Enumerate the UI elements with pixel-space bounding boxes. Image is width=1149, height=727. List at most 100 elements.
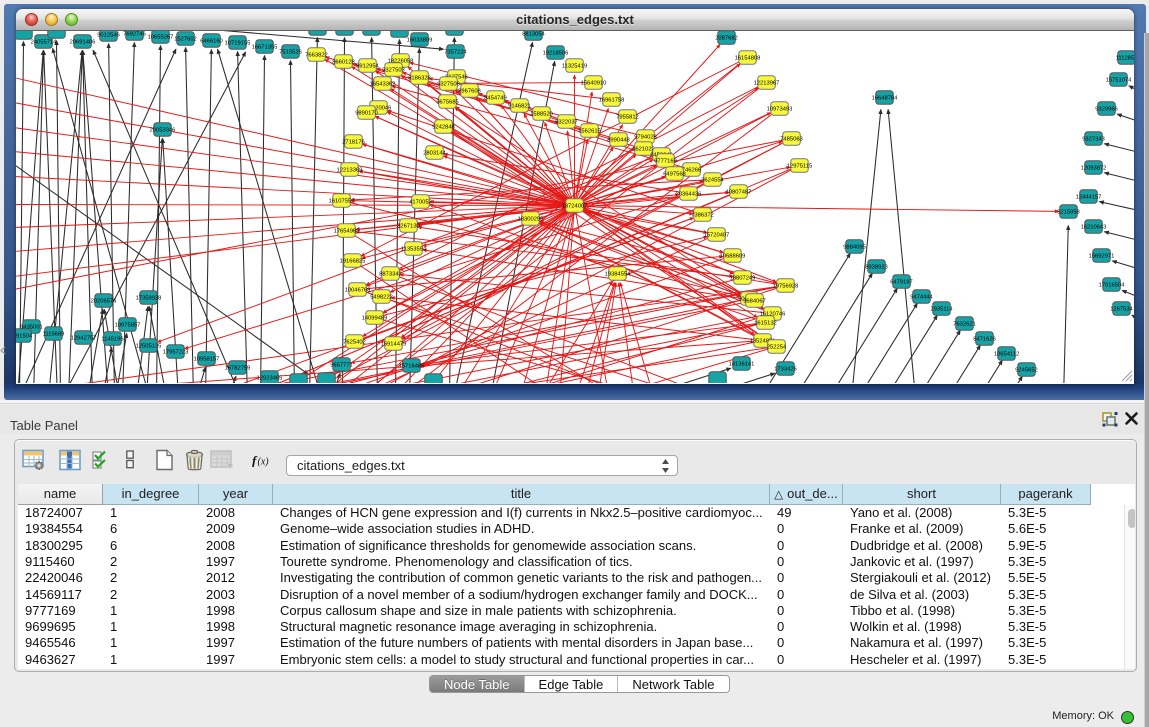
table-cell[interactable]: 6 bbox=[103, 521, 199, 537]
table-row[interactable]: 1872400712008Changes of HCN gene express… bbox=[18, 505, 1135, 521]
table-cell[interactable]: Structural magnetic resonance image aver… bbox=[273, 619, 770, 635]
delete-columns-button[interactable] bbox=[184, 449, 205, 471]
graph-node[interactable] bbox=[290, 373, 308, 382]
table-cell[interactable]: 1997 bbox=[199, 554, 273, 570]
table-cell[interactable]: 2012 bbox=[199, 570, 273, 586]
table-cell[interactable]: 5.9E-5 bbox=[1001, 538, 1091, 554]
table-cell[interactable]: Estimation of the future numbers of pati… bbox=[273, 635, 770, 651]
column-header-pagerank[interactable]: pagerank bbox=[1001, 484, 1091, 505]
network-canvas[interactable]: 2405571420691406901254676927461065526715… bbox=[16, 31, 1134, 383]
table-cell[interactable]: 6 bbox=[103, 538, 199, 554]
table-row[interactable]: 1830029562008Estimation of significance … bbox=[18, 538, 1135, 554]
table-cell[interactable]: 19384554 bbox=[18, 521, 103, 537]
close-panel-icon[interactable] bbox=[1124, 411, 1139, 426]
table-cell[interactable]: Dudbridge et al. (2008) bbox=[843, 538, 1001, 554]
panel-splitter[interactable] bbox=[0, 400, 1149, 404]
table-cell[interactable]: 0 bbox=[770, 619, 843, 635]
table-cell[interactable]: Disruption of a novel member of a sodium… bbox=[273, 587, 770, 603]
table-cell[interactable]: 0 bbox=[770, 587, 843, 603]
table-cell[interactable]: Yano et al. (2008) bbox=[843, 505, 1001, 521]
network-window-titlebar[interactable]: citations_edges.txt bbox=[16, 9, 1134, 31]
table-cell[interactable]: Embryonic stem cells: a model to study s… bbox=[273, 652, 770, 668]
graph-node[interactable] bbox=[446, 31, 464, 35]
table-cell[interactable]: 5.3E-5 bbox=[1001, 554, 1091, 570]
table-cell[interactable]: Nakamura et al. (1997) bbox=[843, 635, 1001, 651]
graph-node[interactable] bbox=[318, 372, 336, 382]
new-column-button[interactable] bbox=[155, 449, 174, 471]
table-cell[interactable]: de Silva et al. (2003) bbox=[843, 587, 1001, 603]
table-cell[interactable]: Wolkin et al. (1998) bbox=[843, 619, 1001, 635]
table-row[interactable]: 911546021997Tourette syndrome. Phenomeno… bbox=[18, 554, 1135, 570]
resize-grip-icon[interactable] bbox=[1120, 369, 1133, 382]
table-cell[interactable]: 5.3E-5 bbox=[1001, 505, 1091, 521]
row-height-button[interactable] bbox=[126, 450, 134, 469]
table-cell[interactable]: 0 bbox=[770, 554, 843, 570]
table-cell[interactable]: Stergiakouli et al. (2012) bbox=[843, 570, 1001, 586]
table-cell[interactable]: 5.3E-5 bbox=[1001, 587, 1091, 603]
column-header-title[interactable]: title bbox=[273, 484, 770, 505]
table-row[interactable]: 1938455462009Genome–wide association stu… bbox=[18, 521, 1135, 537]
table-cell[interactable]: 1 bbox=[103, 635, 199, 651]
table-cell[interactable]: Tibbo et al. (1998) bbox=[843, 603, 1001, 619]
column-header-out-de-[interactable]: △out_de... bbox=[770, 484, 843, 505]
table-cell[interactable]: 18300295 bbox=[18, 538, 103, 554]
tab-network-table[interactable]: Network Table bbox=[618, 676, 728, 692]
table-cell[interactable]: 0 bbox=[770, 635, 843, 651]
table-row[interactable]: 1456911722003Disruption of a novel membe… bbox=[18, 587, 1135, 603]
graph-node[interactable] bbox=[48, 31, 66, 38]
function-builder-button[interactable]: f (x) bbox=[252, 454, 273, 467]
table-row[interactable]: 969969511998Structural magnetic resonanc… bbox=[18, 619, 1135, 635]
table-cell[interactable]: 1997 bbox=[199, 635, 273, 651]
graph-node[interactable] bbox=[709, 371, 727, 382]
table-cell[interactable]: Jankovic et al. (1997) bbox=[843, 554, 1001, 570]
table-cell[interactable]: 9463627 bbox=[18, 652, 103, 668]
graph-node[interactable] bbox=[425, 373, 443, 382]
table-cell[interactable]: Hescheler et al. (1997) bbox=[843, 652, 1001, 668]
table-cell[interactable]: 2003 bbox=[199, 587, 273, 603]
table-cell[interactable]: Tourette syndrome. Phenomenology and cla… bbox=[273, 554, 770, 570]
table-cell[interactable]: 0 bbox=[770, 603, 843, 619]
table-cell[interactable]: 1 bbox=[103, 652, 199, 668]
table-cell[interactable]: 5.3E-5 bbox=[1001, 619, 1091, 635]
table-cell[interactable]: 1 bbox=[103, 505, 199, 521]
column-header-in-degree[interactable]: in_degree bbox=[103, 484, 199, 505]
import-table-button[interactable] bbox=[210, 450, 234, 469]
tab-node-table[interactable]: Node Table bbox=[430, 676, 524, 692]
table-cell[interactable]: Investigating the contribution of common… bbox=[273, 570, 770, 586]
table-cell[interactable]: 5.6E-5 bbox=[1001, 521, 1091, 537]
table-cell[interactable]: 2 bbox=[103, 554, 199, 570]
table-cell[interactable]: 0 bbox=[770, 538, 843, 554]
graph-node[interactable] bbox=[309, 31, 327, 35]
table-cell[interactable]: 2009 bbox=[199, 521, 273, 537]
table-cell[interactable]: 5.5E-5 bbox=[1001, 570, 1091, 586]
graph-node[interactable] bbox=[336, 31, 354, 35]
table-cell[interactable]: 1998 bbox=[199, 619, 273, 635]
vertical-scrollbar[interactable] bbox=[1124, 505, 1135, 669]
table-cell[interactable]: 2 bbox=[103, 570, 199, 586]
table-cell[interactable]: 9115460 bbox=[18, 554, 103, 570]
table-cell[interactable]: Corpus callosum shape and size in male p… bbox=[273, 603, 770, 619]
table-cell[interactable]: 1 bbox=[103, 603, 199, 619]
table-row[interactable]: 946554611997Estimation of the future num… bbox=[18, 635, 1135, 651]
table-cell[interactable]: Changes of HCN gene expression and I(f) … bbox=[273, 505, 770, 521]
table-cell[interactable]: 9777169 bbox=[18, 603, 103, 619]
table-cell[interactable]: 5.3E-5 bbox=[1001, 652, 1091, 668]
table-mode-button[interactable] bbox=[22, 449, 45, 471]
table-row[interactable]: 977716911998Corpus callosum shape and si… bbox=[18, 603, 1135, 619]
table-cell[interactable]: 1997 bbox=[199, 652, 273, 668]
table-cell[interactable]: 9465546 bbox=[18, 635, 103, 651]
graph-node[interactable] bbox=[16, 31, 32, 39]
table-cell[interactable]: 0 bbox=[770, 521, 843, 537]
table-cell[interactable]: 2008 bbox=[199, 505, 273, 521]
scrollbar-thumb[interactable] bbox=[1128, 509, 1136, 528]
memory-status-icon[interactable] bbox=[1121, 711, 1134, 724]
table-row[interactable]: 946362711997Embryonic stem cells: a mode… bbox=[18, 652, 1135, 668]
table-cell[interactable]: 1 bbox=[103, 619, 199, 635]
table-chooser-dropdown[interactable]: citations_edges.txt bbox=[286, 455, 678, 476]
column-header-short[interactable]: short bbox=[843, 484, 1001, 505]
table-cell[interactable]: 9699695 bbox=[18, 619, 103, 635]
column-header-year[interactable]: year bbox=[199, 484, 273, 505]
table-cell[interactable]: 5.3E-5 bbox=[1001, 603, 1091, 619]
table-cell[interactable]: 5.3E-5 bbox=[1001, 635, 1091, 651]
table-cell[interactable]: 0 bbox=[770, 652, 843, 668]
